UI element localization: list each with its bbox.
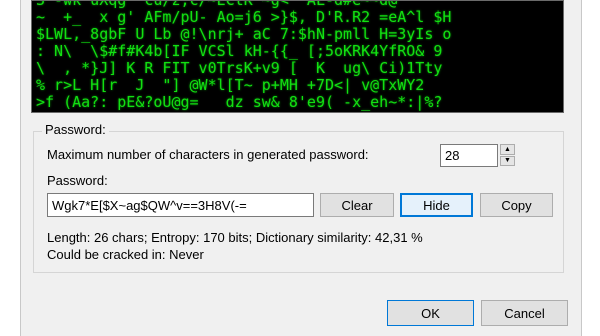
max-chars-label: Maximum number of characters in generate… — [47, 147, 369, 162]
password-input[interactable]: Wgk7*E[$X~ag$QW^v==3H8V(-= — [47, 193, 314, 217]
window-left-edge — [0, 0, 20, 336]
matrix-animation-panel: 3 -wk uXqg` cu/z,c/~ECtK ~g< `AL-d#e~~d@… — [31, 0, 564, 113]
window-right-border — [581, 0, 582, 336]
matrix-line: >f (Aa?: pE&?oU@g= dz sw& 8'e9( -x_eh~*:… — [36, 93, 443, 111]
password-label: Password: — [47, 173, 108, 188]
matrix-line: : N\ \$#f#K4b[IF VCSl kH-{{_ [;5oKRK4YfR… — [36, 42, 443, 60]
matrix-line: $LWL,_8gbF U Lb @!\nrj+ aC 7:$hN-pmll H=… — [36, 25, 452, 43]
crack-time: Could be cracked in: Never — [47, 247, 204, 262]
matrix-line: ~ +_ x g' AFm/pU- Ao=j6 >}$, D'R.R2 =eA^… — [36, 8, 452, 26]
max-chars-input[interactable]: 28 — [440, 144, 498, 167]
password-stats: Length: 26 chars; Entropy: 170 bits; Dic… — [47, 230, 423, 245]
matrix-line: \ , *}J] K R FIT v0TrsK+v9 [ K ug\ Ci)1T… — [36, 59, 443, 77]
window-right-edge — [582, 0, 600, 336]
password-group-title: Password: — [42, 122, 109, 137]
copy-button[interactable]: Copy — [480, 193, 553, 217]
hide-button[interactable]: Hide — [400, 193, 473, 217]
clear-button[interactable]: Clear — [320, 193, 394, 217]
cancel-button[interactable]: Cancel — [481, 300, 568, 326]
matrix-line: % r>L H[r J "] @W*l[T~ p+MH +7D<| v@TxWY… — [36, 76, 425, 94]
ok-button[interactable]: OK — [387, 300, 474, 326]
spin-up-icon[interactable]: ▲ — [500, 144, 515, 155]
spin-down-icon[interactable]: ▼ — [500, 155, 515, 166]
max-chars-spinner[interactable]: ▲ ▼ — [500, 144, 515, 166]
window-left-border — [20, 0, 21, 336]
